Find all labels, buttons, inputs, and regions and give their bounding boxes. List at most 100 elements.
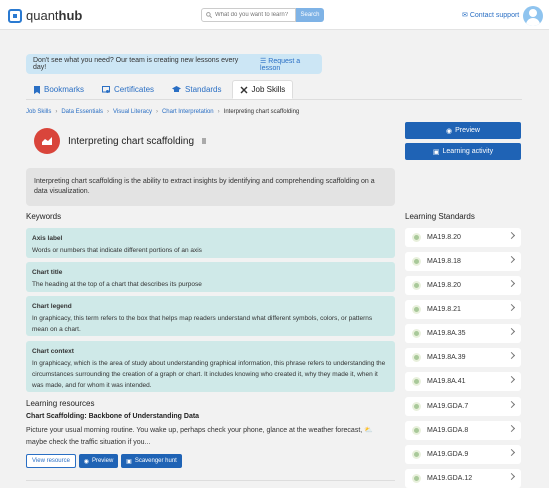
standard-badge-icon bbox=[412, 257, 421, 266]
keyword-definition: In graphicacy, which is the area of stud… bbox=[32, 360, 386, 389]
bookmark-icon bbox=[34, 85, 40, 94]
resource-preview-button[interactable]: ◉ Preview bbox=[79, 454, 118, 468]
page-title-row: Interpreting chart scaffolding bbox=[34, 128, 207, 154]
top-header: quanthub Search ✉ Contact support bbox=[0, 0, 549, 30]
keyword-name: Axis label bbox=[32, 235, 63, 242]
chevron-right-icon bbox=[507, 327, 516, 336]
eye-icon: ◉ bbox=[445, 127, 453, 135]
standard-badge-icon bbox=[412, 450, 421, 459]
breadcrumb-chart-interpretation[interactable]: Chart Interpretation bbox=[162, 109, 214, 115]
breadcrumb: Job Skills › Data Essentials › Visual Li… bbox=[26, 109, 299, 115]
standard-badge-icon bbox=[412, 305, 421, 314]
chevron-right-icon bbox=[507, 375, 516, 384]
standard-item[interactable]: MA19.GDA.12 bbox=[405, 469, 521, 488]
tab-job-skills[interactable]: Job Skills bbox=[231, 80, 294, 99]
search-button[interactable]: Search bbox=[296, 8, 324, 22]
logo-text-prefix: quant bbox=[26, 8, 59, 23]
graduation-cap-icon bbox=[172, 86, 182, 92]
standard-item[interactable]: MA19.8A.39 bbox=[405, 348, 521, 367]
standard-code: MA19.8.20 bbox=[427, 282, 461, 289]
view-resource-button[interactable]: View resource bbox=[26, 454, 76, 468]
standard-code: MA19.8.21 bbox=[427, 306, 461, 313]
contact-support-label: Contact support bbox=[469, 12, 520, 19]
tab-bookmarks[interactable]: Bookmarks bbox=[26, 80, 92, 99]
keywords-heading: Keywords bbox=[26, 212, 62, 221]
standard-badge-icon bbox=[412, 426, 421, 435]
standard-code: MA19.GDA.8 bbox=[427, 427, 469, 434]
breadcrumb-current: Interpreting chart scaffolding bbox=[223, 109, 300, 115]
standard-item[interactable]: MA19.GDA.7 bbox=[405, 397, 521, 416]
standard-code: MA19.8A.35 bbox=[427, 330, 466, 337]
keyword-definition: The heading at the top of a chart that d… bbox=[32, 281, 202, 288]
tab-label: Standards bbox=[185, 85, 222, 94]
breadcrumb-separator: › bbox=[55, 109, 58, 115]
search-input[interactable] bbox=[215, 12, 295, 18]
chevron-right-icon bbox=[507, 400, 516, 409]
standard-badge-icon bbox=[412, 233, 421, 242]
chart-skill-icon bbox=[34, 128, 60, 154]
standard-badge-icon bbox=[412, 353, 421, 362]
notice-text: Don't see what you need? Our team is cre… bbox=[33, 57, 239, 71]
standard-item[interactable]: MA19.8A.41 bbox=[405, 372, 521, 391]
keyword-definition: Words or numbers that indicate different… bbox=[32, 247, 202, 254]
scavenger-hunt-label: Scavenger hunt bbox=[134, 458, 177, 464]
standard-item[interactable]: MA19.8.20 bbox=[405, 276, 521, 295]
resource-excerpt: Picture your usual morning routine. You … bbox=[26, 427, 373, 446]
standard-code: MA19.8A.39 bbox=[427, 354, 466, 361]
tab-standards[interactable]: Standards bbox=[164, 80, 229, 99]
standard-badge-icon bbox=[412, 329, 421, 338]
list-icon: ☰ bbox=[260, 57, 267, 65]
breadcrumb-separator: › bbox=[107, 109, 110, 115]
standard-item[interactable]: MA19.8.20 bbox=[405, 228, 521, 247]
standard-code: MA19.GDA.7 bbox=[427, 403, 469, 410]
standard-item[interactable]: MA19.8A.35 bbox=[405, 324, 521, 343]
standard-item[interactable]: MA19.GDA.8 bbox=[405, 421, 521, 440]
tabs-divider bbox=[26, 99, 522, 100]
keyword-name: Chart title bbox=[32, 269, 63, 276]
request-lesson-link[interactable]: ☰ Request a lesson bbox=[260, 57, 322, 72]
category-tabs: Bookmarks Certificates Standards Job Ski… bbox=[26, 80, 294, 99]
bookmark-toggle-icon[interactable] bbox=[202, 138, 207, 144]
certificate-icon bbox=[102, 85, 111, 93]
keyword-card-chart-context: Chart context In graphicacy, which is th… bbox=[26, 341, 395, 392]
skill-description: Interpreting chart scaffolding is the ab… bbox=[26, 168, 395, 206]
breadcrumb-data-essentials[interactable]: Data Essentials bbox=[61, 109, 103, 115]
chevron-right-icon bbox=[507, 279, 516, 288]
logo-icon bbox=[8, 8, 22, 23]
keyword-card-chart-legend: Chart legend In graphicacy, this term re… bbox=[26, 296, 395, 336]
tab-certificates[interactable]: Certificates bbox=[94, 80, 162, 99]
standard-badge-icon bbox=[412, 474, 421, 483]
breadcrumb-separator: › bbox=[155, 109, 158, 115]
search-field[interactable] bbox=[201, 8, 296, 22]
standard-item[interactable]: MA19.8.18 bbox=[405, 252, 521, 271]
learning-activity-label: Learning activity bbox=[442, 148, 494, 155]
keyword-card-chart-title: Chart title The heading at the top of a … bbox=[26, 262, 395, 292]
page-title: Interpreting chart scaffolding bbox=[68, 135, 195, 147]
learning-activity-button[interactable]: ▣ Learning activity bbox=[405, 143, 521, 160]
search-icon bbox=[206, 12, 212, 18]
standard-badge-icon bbox=[412, 281, 421, 290]
chevron-right-icon bbox=[507, 351, 516, 360]
breadcrumb-separator: › bbox=[217, 109, 220, 115]
breadcrumb-job-skills[interactable]: Job Skills bbox=[26, 109, 51, 115]
standard-code: MA19.GDA.12 bbox=[427, 475, 473, 482]
hunt-icon: ▣ bbox=[126, 458, 132, 465]
chevron-right-icon bbox=[507, 424, 516, 433]
preview-button[interactable]: ◉ Preview bbox=[405, 122, 521, 139]
standard-item[interactable]: MA19.GDA.9 bbox=[405, 445, 521, 464]
standard-code: MA19.GDA.9 bbox=[427, 451, 469, 458]
breadcrumb-visual-literacy[interactable]: Visual Literacy bbox=[113, 109, 152, 115]
contact-support-link[interactable]: ✉ Contact support bbox=[462, 11, 519, 19]
standard-item[interactable]: MA19.8.21 bbox=[405, 300, 521, 319]
tab-label: Job Skills bbox=[251, 85, 286, 94]
quanthub-logo[interactable]: quanthub bbox=[8, 8, 82, 23]
chevron-right-icon bbox=[507, 448, 516, 457]
standard-code: MA19.8A.41 bbox=[427, 378, 466, 385]
user-avatar[interactable] bbox=[523, 6, 543, 26]
resources-divider bbox=[26, 480, 395, 481]
scavenger-hunt-button[interactable]: ▣ Scavenger hunt bbox=[121, 454, 182, 468]
resource-preview-label: Preview bbox=[91, 458, 114, 464]
chevron-right-icon bbox=[507, 231, 516, 240]
standard-code: MA19.8.18 bbox=[427, 258, 461, 265]
chevron-right-icon bbox=[507, 303, 516, 312]
